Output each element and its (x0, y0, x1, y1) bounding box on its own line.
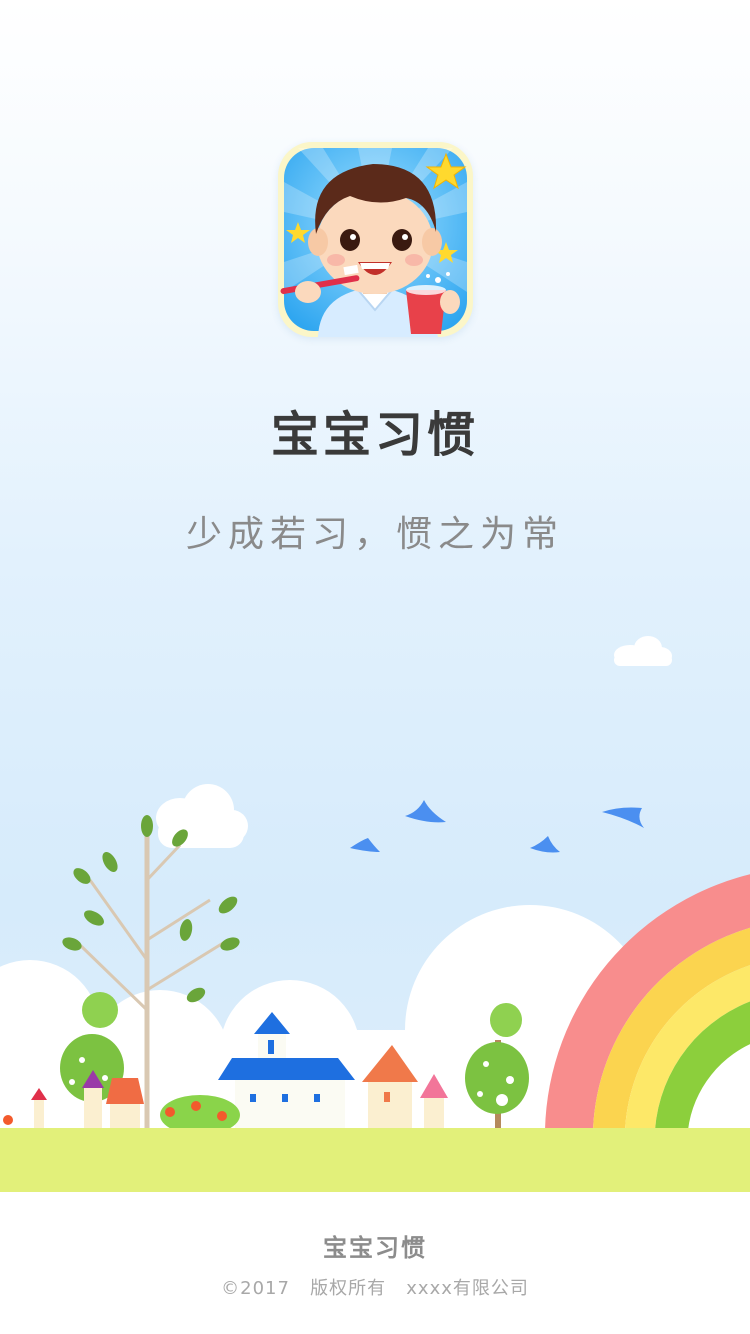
cloud-icon (156, 784, 248, 848)
app-slogan: 少成若习，惯之为常 (185, 514, 564, 555)
bird-icon (350, 800, 644, 853)
cloud-icon (614, 636, 672, 666)
footer-app-name: 宝宝习惯 (323, 1234, 427, 1262)
footer: 宝宝习惯 ©2017 版权所有 xxxx有限公司 (0, 1192, 750, 1334)
grass-ground (0, 1128, 750, 1200)
footer-copyright: ©2017 版权所有 xxxx有限公司 (221, 1278, 529, 1299)
app-title: 宝宝习惯 (270, 407, 479, 463)
boy-brushing-teeth-icon (280, 148, 467, 337)
app-icon (278, 142, 473, 337)
splash-screen: 宝宝习惯 少成若习，惯之为常 宝宝习惯 ©2017 版权所有 xxxx有限公司 (0, 0, 750, 1334)
landscape-illustration (0, 636, 750, 1200)
